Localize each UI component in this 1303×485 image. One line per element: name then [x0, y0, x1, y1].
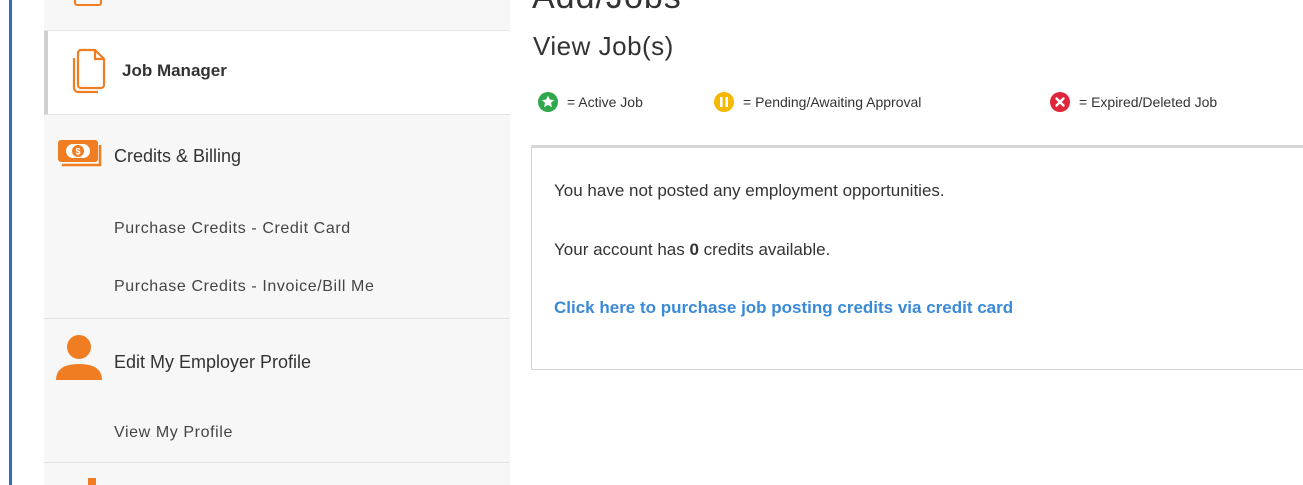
active-star-icon — [538, 92, 558, 112]
sidebar-item-credits-billing[interactable]: $ Credits & Billing — [44, 138, 510, 178]
money-bill-icon: $ — [58, 140, 102, 167]
svg-text:$: $ — [75, 147, 80, 157]
legend-label: = Expired/Deleted Job — [1079, 94, 1218, 110]
sidebar-item-edit-employer-profile[interactable]: Edit My Employer Profile — [44, 332, 510, 380]
sidebar-item-previous[interactable] — [44, 0, 510, 31]
pending-pause-icon — [714, 92, 734, 112]
credits-suffix: credits available. — [698, 240, 831, 259]
sidebar-subitem-view-profile[interactable]: View My Profile — [114, 424, 233, 442]
partial-gear-icon — [88, 478, 96, 485]
sidebar-divider — [44, 318, 510, 319]
sidebar-subitem-purchase-credit-card[interactable]: Purchase Credits - Credit Card — [114, 220, 351, 238]
expired-x-icon — [1050, 92, 1070, 112]
left-accent-rule — [9, 0, 12, 485]
section-title-partial: Add/Jobs — [532, 0, 682, 17]
partial-orange-icon — [74, 0, 102, 6]
sidebar-subitem-purchase-invoice[interactable]: Purchase Credits - Invoice/Bill Me — [114, 278, 375, 296]
page-title: View Job(s) — [533, 31, 674, 61]
purchase-credits-link[interactable]: Click here to purchase job posting credi… — [554, 298, 1013, 318]
credits-prefix: Your account has — [554, 240, 690, 259]
documents-icon — [72, 48, 106, 94]
sidebar-item-job-manager[interactable]: Job Manager — [44, 31, 510, 115]
sidebar-divider — [44, 462, 510, 463]
sidebar-item-label: Edit My Employer Profile — [114, 352, 312, 372]
no-jobs-message: You have not posted any employment oppor… — [554, 181, 945, 200]
credits-count: 0 — [689, 240, 699, 259]
sidebar-item-label: Job Manager — [122, 61, 227, 80]
legend-label: = Pending/Awaiting Approval — [743, 94, 922, 110]
user-icon — [56, 335, 102, 380]
credits-available-message: Your account has 0 credits available. — [554, 240, 830, 260]
legend-label: = Active Job — [567, 94, 643, 110]
jobs-panel: You have not posted any employment oppor… — [531, 145, 1303, 370]
sidebar-item-label: Credits & Billing — [114, 146, 242, 166]
sidebar: Job Manager $ Credits & Billing Purchase… — [44, 0, 510, 485]
